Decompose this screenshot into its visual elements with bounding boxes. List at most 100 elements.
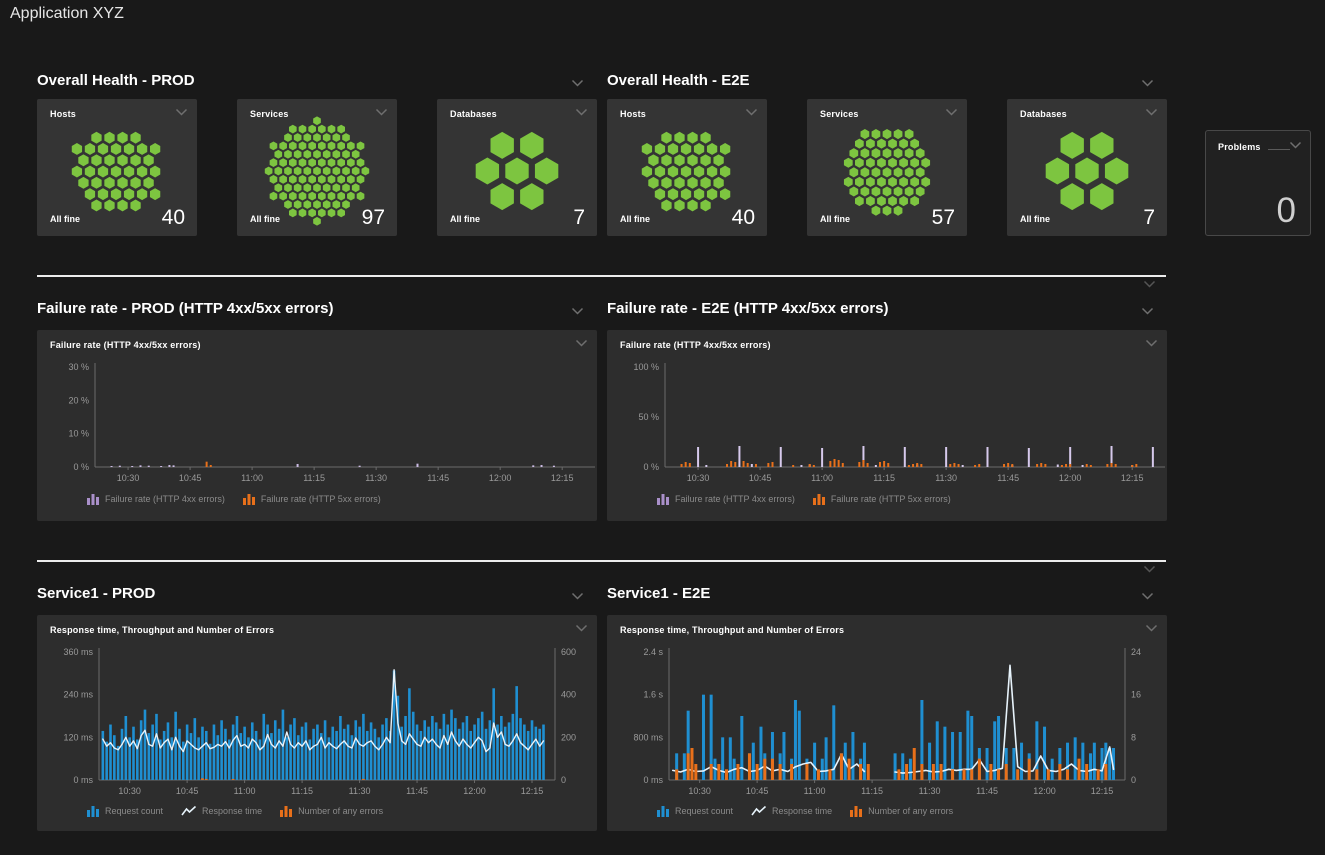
- legend-item[interactable]: Response time: [751, 805, 832, 817]
- health-entity-count: 7: [573, 206, 585, 230]
- svg-text:11:30: 11:30: [365, 473, 387, 483]
- legend-item[interactable]: Response time: [181, 805, 262, 817]
- healthy-hexagon: [294, 167, 302, 176]
- healthy-hexagon: [318, 125, 326, 134]
- svg-text:12:00: 12:00: [489, 473, 512, 483]
- chart-plot: 0 %50 %100 %10:3010:4511:0011:1511:3011:…: [607, 330, 1167, 546]
- problems-tile-chevron[interactable]: [1289, 141, 1302, 150]
- health-entity-count: 40: [732, 206, 755, 230]
- svg-text:24: 24: [1131, 647, 1141, 657]
- bar-chart-icon: [657, 493, 670, 505]
- healthy-hexagon: [333, 133, 341, 142]
- healthy-hexagon: [328, 158, 336, 167]
- healthy-hexagon: [137, 188, 147, 200]
- healthy-hexagon: [333, 150, 341, 159]
- section-collapse-chevron-failure-e2e[interactable]: [1141, 307, 1154, 316]
- healthy-hexagon: [713, 177, 723, 189]
- legend-label: Response time: [772, 806, 832, 816]
- healthy-hexagon: [661, 177, 671, 189]
- svg-text:11:45: 11:45: [406, 786, 428, 796]
- healthy-hexagon: [849, 186, 858, 196]
- health-tile-services-prod[interactable]: Services All fine 97: [237, 99, 397, 236]
- legend-item[interactable]: Number of any errors: [280, 805, 383, 817]
- svg-text:2.4 s: 2.4 s: [643, 647, 663, 657]
- legend-item[interactable]: Failure rate (HTTP 4xx errors): [657, 493, 795, 505]
- bar-chart-icon: [657, 805, 670, 817]
- section-title-failure-prod: Failure rate - PROD (HTTP 4xx/5xx errors…: [37, 300, 334, 317]
- health-tile-databases-prod[interactable]: Databases All fine 7: [437, 99, 597, 236]
- chart-tile-service-prod[interactable]: Response time, Throughput and Number of …: [37, 615, 597, 831]
- healthy-hexagon: [337, 125, 345, 134]
- legend-item[interactable]: Failure rate (HTTP 5xx errors): [243, 493, 381, 505]
- svg-text:11:00: 11:00: [804, 786, 826, 796]
- healthy-hexagon: [318, 175, 326, 184]
- chart-tile-service-e2e[interactable]: Response time, Throughput and Number of …: [607, 615, 1167, 831]
- svg-text:11:30: 11:30: [349, 786, 371, 796]
- line-chart-icon: [181, 805, 197, 817]
- healthy-hexagon: [284, 183, 292, 192]
- healthy-hexagon: [720, 166, 730, 178]
- healthy-hexagon: [91, 154, 101, 166]
- svg-text:11:15: 11:15: [861, 786, 883, 796]
- healthy-hexagon: [916, 148, 925, 158]
- legend-item[interactable]: Request count: [657, 805, 733, 817]
- healthy-hexagon: [849, 167, 858, 177]
- healthy-hexagon: [861, 186, 870, 196]
- healthy-hexagon: [905, 129, 914, 139]
- section-collapse-chevron-service-e2e[interactable]: [1141, 592, 1154, 601]
- healthy-hexagon: [78, 154, 88, 166]
- svg-text:12:15: 12:15: [521, 786, 544, 796]
- section-collapse-chevron-health-prod[interactable]: [571, 79, 584, 88]
- healthy-hexagon: [694, 166, 704, 178]
- healthy-hexagon: [308, 175, 316, 184]
- section-collapse-chevron-failure-prod[interactable]: [571, 307, 584, 316]
- healthy-hexagon: [342, 150, 350, 159]
- legend-item[interactable]: Number of any errors: [850, 805, 953, 817]
- healthy-hexagon: [284, 167, 292, 176]
- healthy-hexagon: [921, 158, 930, 168]
- svg-text:50 %: 50 %: [638, 412, 659, 422]
- section-collapse-chevron-service-prod[interactable]: [571, 592, 584, 601]
- section-collapse-chevron-health-e2e[interactable]: [1141, 79, 1154, 88]
- svg-text:120 ms: 120 ms: [63, 732, 93, 742]
- healthy-hexagon: [855, 177, 864, 187]
- healthy-hexagon: [894, 167, 903, 177]
- healthy-hexagon: [668, 166, 678, 178]
- legend-item[interactable]: Failure rate (HTTP 5xx errors): [813, 493, 951, 505]
- chart-tile-failure-prod[interactable]: Failure rate (HTTP 4xx/5xx errors) 0 %10…: [37, 330, 597, 521]
- healthy-hexagon: [357, 192, 365, 201]
- svg-text:10:30: 10:30: [118, 786, 141, 796]
- healthy-hexagon: [274, 183, 282, 192]
- svg-text:11:15: 11:15: [303, 473, 325, 483]
- legend-item[interactable]: Failure rate (HTTP 4xx errors): [87, 493, 225, 505]
- svg-text:0: 0: [1131, 775, 1136, 785]
- healthy-hexagon: [304, 200, 312, 209]
- chart-tile-failure-e2e[interactable]: Failure rate (HTTP 4xx/5xx errors) 0 %50…: [607, 330, 1167, 521]
- healthy-hexagon: [491, 132, 514, 159]
- health-status-label: All fine: [820, 214, 850, 224]
- healthy-hexagon: [318, 141, 326, 150]
- svg-text:16: 16: [1131, 690, 1141, 700]
- healthy-hexagon: [357, 141, 365, 150]
- section-divider: [37, 275, 1166, 277]
- divider-collapse-chevron-2[interactable]: [1143, 565, 1156, 574]
- svg-text:400: 400: [561, 690, 576, 700]
- healthy-hexagon: [318, 208, 326, 217]
- healthy-hexagon: [921, 177, 930, 187]
- healthy-hexagon: [124, 143, 134, 155]
- health-tile-hosts-prod[interactable]: Hosts All fine 40: [37, 99, 197, 236]
- divider-collapse-chevron-1[interactable]: [1143, 280, 1156, 289]
- healthy-hexagon: [694, 143, 704, 155]
- healthy-hexagon: [299, 158, 307, 167]
- legend-item[interactable]: Request count: [87, 805, 163, 817]
- healthy-hexagon: [642, 166, 652, 178]
- health-tile-hosts-e2e[interactable]: Hosts All fine 40: [607, 99, 767, 236]
- healthy-hexagon: [674, 154, 684, 166]
- healthy-hexagon: [304, 183, 312, 192]
- svg-text:10:45: 10:45: [749, 473, 772, 483]
- health-tile-databases-e2e[interactable]: Databases All fine 7: [1007, 99, 1167, 236]
- healthy-hexagon: [899, 139, 908, 149]
- healthy-hexagon: [1061, 132, 1084, 159]
- health-tile-services-e2e[interactable]: Services All fine 57: [807, 99, 967, 236]
- problems-tile[interactable]: Problems 0: [1205, 130, 1311, 236]
